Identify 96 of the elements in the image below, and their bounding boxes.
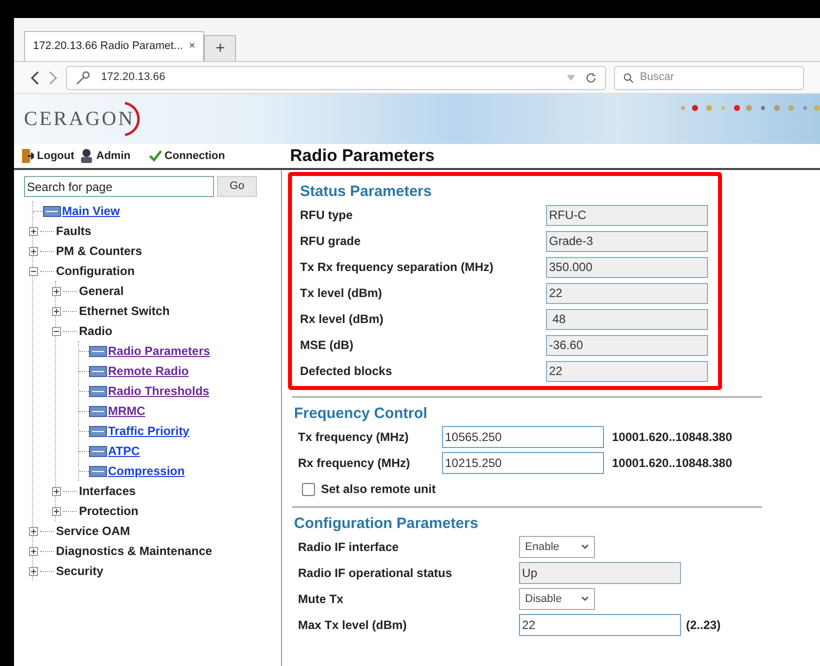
new-tab-button[interactable]: + [204,35,236,61]
field-label: Tx level (dBm) [300,285,384,302]
field-label: Defected blocks [300,363,394,380]
expand-icon[interactable] [29,226,38,236]
checkbox[interactable] [302,482,315,496]
tree-link[interactable]: Compression [108,462,185,480]
tree-item[interactable]: Service OAM [56,522,130,540]
tree-link[interactable]: Traffic Priority [108,422,190,440]
chevron-down-icon [581,544,589,550]
browser-tab[interactable]: 172.20.13.66 Radio Paramet... × [24,31,204,61]
go-button[interactable]: Go [217,176,257,197]
expand-icon[interactable] [52,486,61,496]
tree-item[interactable]: Diagnostics & Maintenance [56,542,212,560]
field-label: Rx frequency (MHz) [298,455,412,472]
page-icon [89,386,107,396]
tree-link[interactable]: MRMC [108,402,146,420]
tree-link[interactable]: Radio Parameters [108,342,210,360]
expand-icon[interactable] [29,566,38,576]
range-text: (2..23) [686,617,721,634]
page-icon [89,446,107,456]
field-label: Max Tx level (dBm) [298,617,408,634]
expand-icon[interactable] [52,306,61,316]
toolbar-link[interactable]: Connection [164,148,225,164]
field-label: Rx level (dBm) [300,311,384,328]
chevron-down-icon [581,596,589,602]
search-input[interactable]: Buscar [640,69,795,86]
reload-icon[interactable] [585,72,597,84]
range-text: 10001.620..10848.380 [612,429,732,446]
collapse-icon[interactable] [29,266,38,276]
section-title: Configuration Parameters [294,514,480,534]
readonly-field[interactable]: 350.000 [546,256,708,278]
level-field[interactable]: 22 [519,614,681,636]
section-title: Frequency Control [294,404,428,424]
field-label: RFU grade [300,233,362,250]
readonly-field[interactable]: -36.60 [546,334,708,356]
range-text: 10001.620..10848.380 [612,455,732,472]
page-search-field[interactable]: Search for page [24,176,214,197]
field-label: Mute Tx [298,591,344,608]
page-title: Radio Parameters [290,145,435,168]
tree-link[interactable]: Remote Radio [108,362,189,380]
tree-link[interactable]: Radio Thresholds [108,382,210,400]
frequency-field[interactable]: 10565.250 [442,426,604,448]
search-icon [623,72,634,84]
page-icon [89,366,107,376]
page-icon [89,466,107,476]
page-icon [89,406,107,416]
expand-icon[interactable] [52,506,61,516]
checkbox-label: Set also remote unit [321,481,436,498]
url-field[interactable]: 172.20.13.66 [66,66,606,90]
page-icon [89,346,107,356]
close-icon[interactable]: × [188,38,196,55]
back-icon[interactable] [30,70,40,84]
tree-item[interactable]: Faults [56,222,92,240]
tree-item[interactable]: PM & Counters [56,242,142,260]
tree-item[interactable]: Interfaces [79,482,136,500]
field-label: RFU type [300,207,354,224]
tab-title: 172.20.13.66 Radio Paramet... [33,39,183,54]
tree-item[interactable]: Security [56,562,104,580]
expand-icon[interactable] [29,246,38,256]
tree-item[interactable]: General [79,282,124,300]
toolbar-link[interactable]: Logout [37,148,74,164]
tree-link[interactable]: ATPC [108,442,140,460]
field-label: Tx Rx frequency separation (MHz) [300,259,494,276]
readonly-field[interactable]: 22 [546,360,708,382]
field-label: Radio IF interface [298,539,400,556]
readonly-field[interactable]: 22 [546,282,708,304]
logo: CERAGON [24,101,143,137]
field-label: Radio IF operational status [298,565,454,582]
person-icon [80,149,94,163]
field-label: Tx frequency (MHz) [298,429,410,446]
expand-icon[interactable] [29,546,38,556]
tree-link[interactable]: Main View [62,202,120,220]
expand-icon[interactable] [52,286,61,296]
readonly-field[interactable]: Grade-3 [546,230,708,252]
tree-item[interactable]: Radio [79,322,112,340]
page-icon [43,206,61,216]
tree-item[interactable]: Configuration [56,262,135,280]
page-icon [89,426,107,436]
dropdown[interactable]: Disable [519,588,595,610]
dropdown[interactable]: Enable [519,536,595,558]
expand-icon[interactable] [29,526,38,536]
tree-item[interactable]: Ethernet Switch [79,302,170,320]
readonly-field[interactable]: Up [519,562,681,584]
section-title: Status Parameters [300,182,433,202]
readonly-field[interactable]: 48 [546,308,708,330]
collapse-icon[interactable] [52,326,61,336]
search-field[interactable]: Buscar [614,66,804,90]
readonly-field[interactable]: RFU-C [546,204,708,226]
door-icon [22,149,34,163]
url-text: 172.20.13.66 [101,70,166,86]
frequency-field[interactable]: 10215.250 [442,452,604,474]
toolbar-link[interactable]: Admin [96,148,130,164]
tree-item[interactable]: Protection [79,502,138,520]
key-icon [75,70,91,84]
checkmark-icon [148,150,162,162]
field-label: MSE (dB) [300,337,354,354]
